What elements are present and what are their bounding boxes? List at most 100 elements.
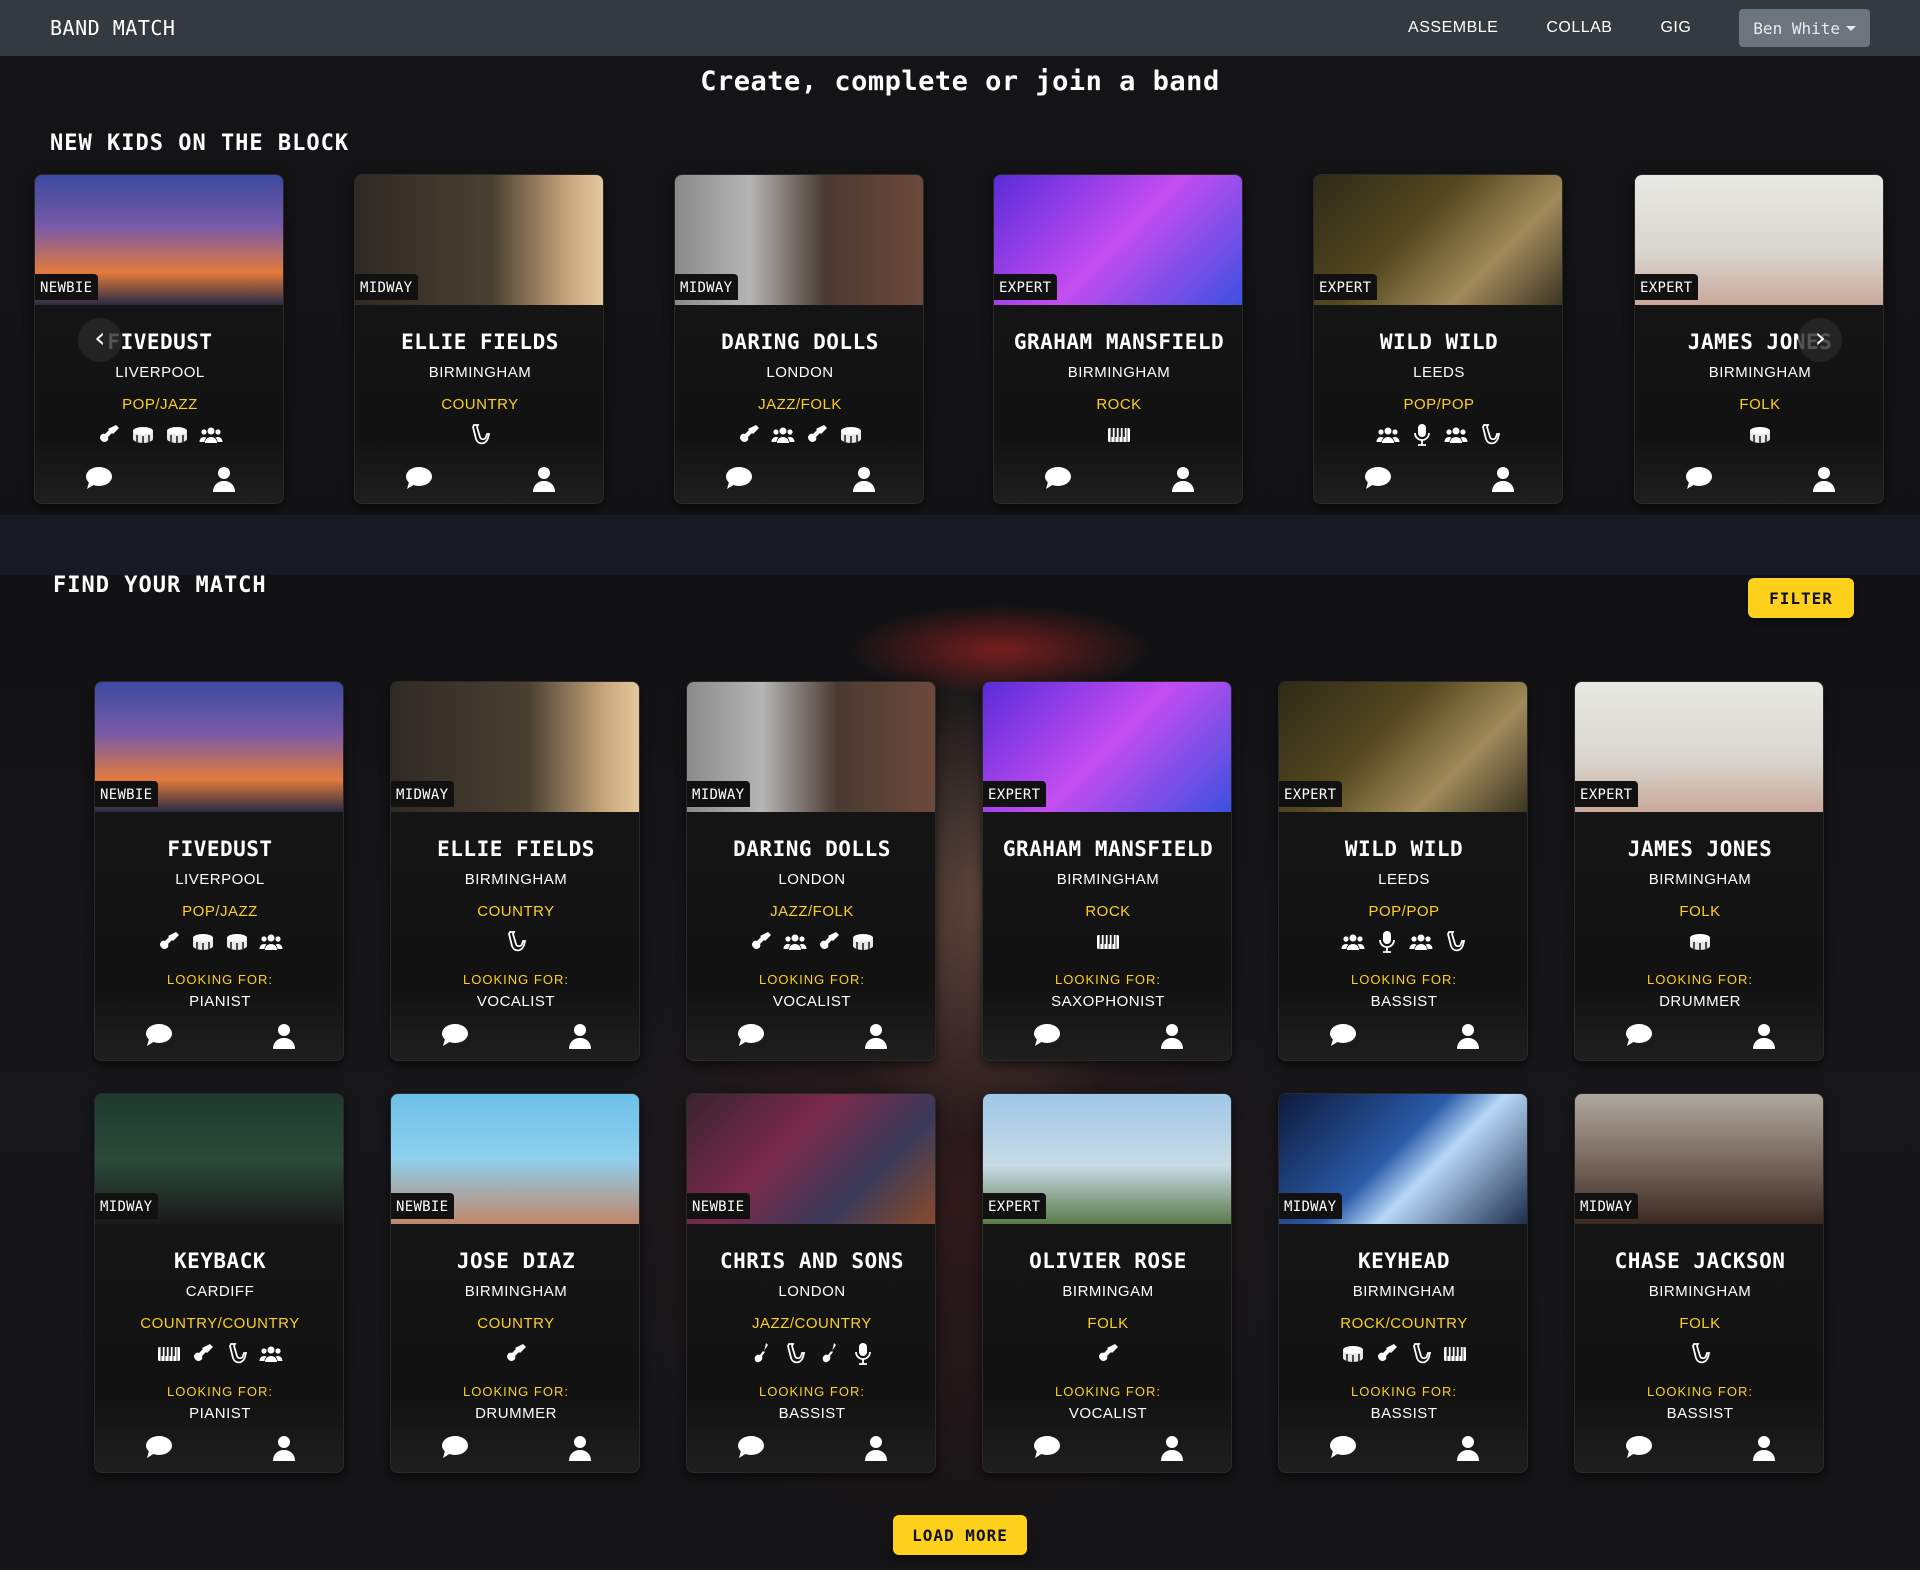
band-genre: FOLK	[1679, 1315, 1721, 1332]
card-actions	[391, 1023, 639, 1053]
drum-icon	[851, 930, 875, 954]
profile-icon[interactable]	[1752, 1023, 1776, 1049]
chat-icon[interactable]	[1033, 1023, 1061, 1047]
band-name[interactable]: CHRIS AND SONS	[687, 1249, 935, 1273]
chat-icon[interactable]	[1329, 1435, 1357, 1459]
chat-icon[interactable]	[1044, 466, 1072, 490]
profile-icon[interactable]	[1752, 1435, 1776, 1461]
profile-icon[interactable]	[1171, 466, 1195, 492]
instrument-icons	[1575, 1342, 1823, 1366]
chat-icon[interactable]	[405, 466, 433, 490]
profile-icon[interactable]	[1812, 466, 1836, 492]
chat-icon[interactable]	[737, 1023, 765, 1047]
band-genre: COUNTRY	[477, 1315, 555, 1332]
carousel-next-icon[interactable]: ›	[1798, 318, 1842, 362]
guitar-icon	[805, 423, 829, 447]
looking-for-label: LOOKING FOR:	[1055, 972, 1161, 987]
band-city: BIRMINGHAM	[1067, 364, 1171, 381]
band-card[interactable]: MIDWAY KEYHEAD BIRMINGHAM ROCK/COUNTRY LOOKI…	[1278, 1093, 1528, 1473]
band-name[interactable]: JAMES JONES	[1635, 330, 1883, 354]
chat-icon[interactable]	[1364, 466, 1392, 490]
band-name[interactable]: KEYHEAD	[1279, 1249, 1527, 1273]
band-name[interactable]: JAMES JONES	[1575, 837, 1823, 861]
instrument-icons	[983, 930, 1231, 954]
band-name[interactable]: WILD WILD	[1279, 837, 1527, 861]
band-card[interactable]: NEWBIE FIVEDUST LIVERPOOL POP/JAZZ LOOKING F…	[94, 681, 344, 1061]
nav-gig[interactable]: GIG	[1660, 19, 1691, 37]
profile-icon[interactable]	[864, 1023, 888, 1049]
chat-icon[interactable]	[1625, 1435, 1653, 1459]
band-card[interactable]: MIDWAY ELLIE FIELDS BIRMINGHAM COUNTRY LOOKI…	[390, 681, 640, 1061]
chat-icon[interactable]	[737, 1435, 765, 1459]
band-card[interactable]: EXPERT JAMES JONES BIRMINGHAM FOLK LOOKING F…	[1574, 681, 1824, 1061]
profile-icon[interactable]	[568, 1023, 592, 1049]
band-name[interactable]: KEYBACK	[95, 1249, 343, 1273]
chat-icon[interactable]	[1329, 1023, 1357, 1047]
band-name[interactable]: GRAHAM MANSFIELD	[994, 330, 1242, 354]
chat-icon[interactable]	[145, 1435, 173, 1459]
band-card[interactable]: MIDWAY ELLIE FIELDS BIRMINGHAM COUNTRY	[354, 174, 604, 504]
chat-icon[interactable]	[85, 466, 113, 490]
card-actions	[1279, 1023, 1527, 1053]
band-name[interactable]: WILD WILD	[1314, 330, 1562, 354]
band-card[interactable]: EXPERT GRAHAM MANSFIELD BIRMINGHAM ROCK	[993, 174, 1243, 504]
profile-icon[interactable]	[212, 466, 236, 492]
chat-icon[interactable]	[1625, 1023, 1653, 1047]
band-card[interactable]: MIDWAY DARING DOLLS LONDON JAZZ/FOLK	[674, 174, 924, 504]
band-card[interactable]: EXPERT JAMES JONES BIRMINGHAM FOLK	[1634, 174, 1884, 504]
band-name[interactable]: JOSE DIAZ	[391, 1249, 639, 1273]
band-name[interactable]: FIVEDUST	[95, 837, 343, 861]
profile-icon[interactable]	[1160, 1023, 1184, 1049]
band-name[interactable]: DARING DOLLS	[687, 837, 935, 861]
user-menu-button[interactable]: Ben White	[1739, 9, 1870, 47]
level-badge: EXPERT	[983, 1193, 1047, 1219]
band-card[interactable]: MIDWAY KEYBACK CARDIFF COUNTRY/COUNTRY LOOKI…	[94, 1093, 344, 1473]
band-card[interactable]: EXPERT GRAHAM MANSFIELD BIRMINGHAM ROCK LOOK…	[982, 681, 1232, 1061]
profile-icon[interactable]	[1160, 1435, 1184, 1461]
guitar-icon	[97, 423, 121, 447]
level-badge: NEWBIE	[391, 1193, 455, 1219]
brand-logo[interactable]: BAND MATCH	[50, 16, 175, 40]
chat-icon[interactable]	[441, 1435, 469, 1459]
profile-icon[interactable]	[272, 1023, 296, 1049]
profile-icon[interactable]	[1456, 1023, 1480, 1049]
profile-icon[interactable]	[852, 466, 876, 492]
profile-icon[interactable]	[532, 466, 556, 492]
instrument-icons	[687, 1342, 935, 1366]
band-card[interactable]: NEWBIE CHRIS AND SONS LONDON JAZZ/COUNTRY LO…	[686, 1093, 936, 1473]
band-name[interactable]: GRAHAM MANSFIELD	[983, 837, 1231, 861]
chat-icon[interactable]	[441, 1023, 469, 1047]
chat-icon[interactable]	[1033, 1435, 1061, 1459]
instrument-icons	[95, 930, 343, 954]
chat-icon[interactable]	[1685, 466, 1713, 490]
band-card[interactable]: MIDWAY DARING DOLLS LONDON JAZZ/FOLK LOOKING…	[686, 681, 936, 1061]
profile-icon[interactable]	[272, 1435, 296, 1461]
band-genre: COUNTRY	[441, 396, 519, 413]
filter-button[interactable]: FILTER	[1748, 578, 1854, 618]
band-card[interactable]: MIDWAY CHASE JACKSON BIRMINGHAM FOLK LOOKING…	[1574, 1093, 1824, 1473]
band-name[interactable]: ELLIE FIELDS	[391, 837, 639, 861]
chat-icon[interactable]	[725, 466, 753, 490]
carousel-prev-icon[interactable]: ‹	[78, 318, 122, 362]
band-card[interactable]: EXPERT OLIVIER ROSE BIRMINGAM FOLK LOOKING F…	[982, 1093, 1232, 1473]
band-name[interactable]: ELLIE FIELDS	[355, 330, 603, 354]
profile-icon[interactable]	[1456, 1435, 1480, 1461]
band-card[interactable]: NEWBIE FIVEDUST LIVERPOOL POP/JAZZ	[34, 174, 284, 504]
instrument-icons	[994, 423, 1242, 447]
band-icon	[1444, 423, 1468, 447]
band-name[interactable]: OLIVIER ROSE	[983, 1249, 1231, 1273]
profile-icon[interactable]	[568, 1435, 592, 1461]
band-card[interactable]: EXPERT WILD WILD LEEDS POP/POP	[1313, 174, 1563, 504]
band-name[interactable]: FIVEDUST	[35, 330, 283, 354]
band-card[interactable]: NEWBIE JOSE DIAZ BIRMINGHAM COUNTRY LOOKING …	[390, 1093, 640, 1473]
band-name[interactable]: DARING DOLLS	[675, 330, 923, 354]
nav-collab[interactable]: COLLAB	[1546, 19, 1612, 37]
nav-assemble[interactable]: ASSEMBLE	[1408, 19, 1498, 37]
chat-icon[interactable]	[145, 1023, 173, 1047]
looking-for-label: LOOKING FOR:	[1055, 1384, 1161, 1399]
profile-icon[interactable]	[864, 1435, 888, 1461]
band-card[interactable]: EXPERT WILD WILD LEEDS POP/POP LOOKING FOR: B…	[1278, 681, 1528, 1061]
band-name[interactable]: CHASE JACKSON	[1575, 1249, 1823, 1273]
load-more-button[interactable]: LOAD MORE	[893, 1515, 1027, 1555]
profile-icon[interactable]	[1491, 466, 1515, 492]
